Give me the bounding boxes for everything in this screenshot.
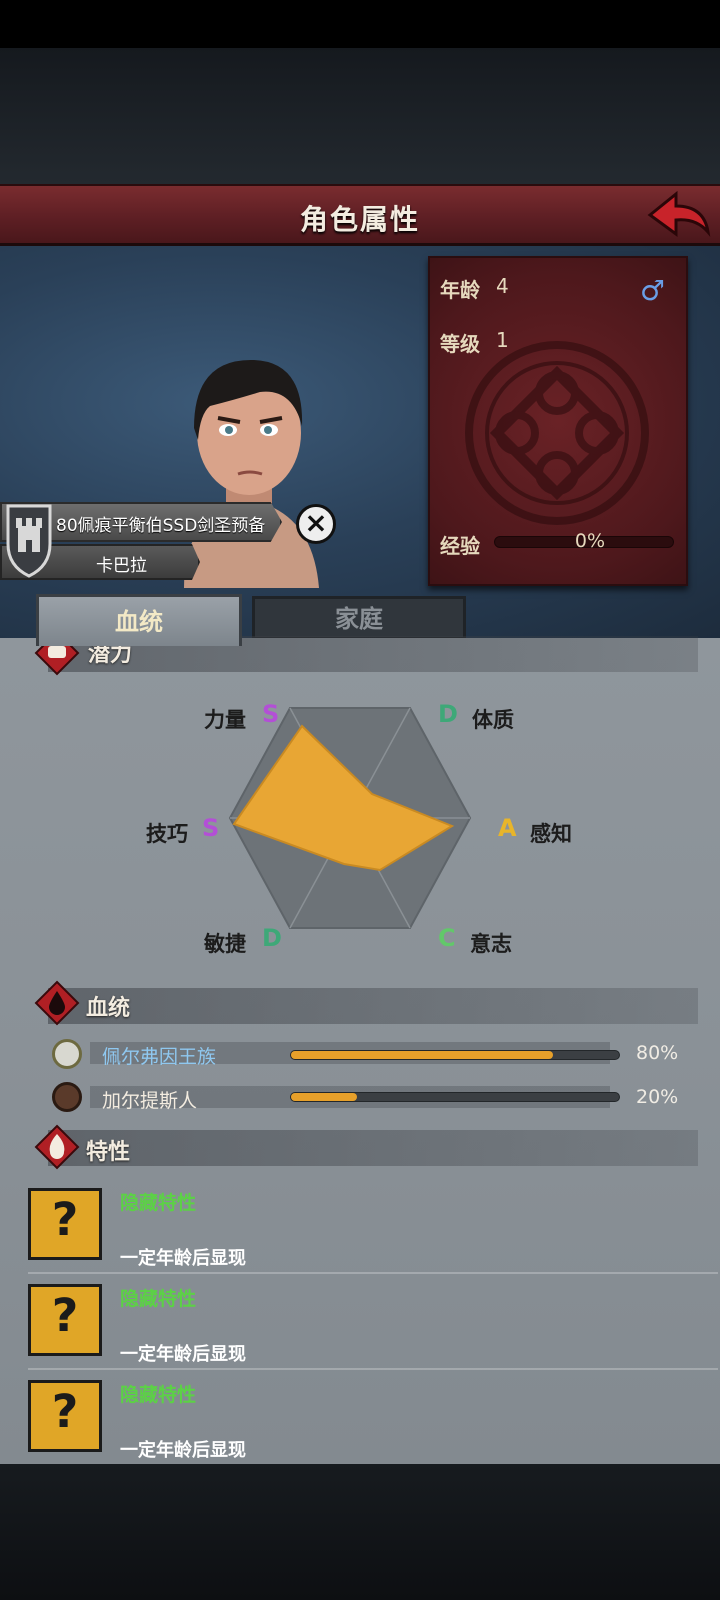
trait-card[interactable]: ? <box>28 1380 102 1452</box>
attr-strength-label: 力量 <box>204 708 246 732</box>
level-value: 1 <box>496 328 509 352</box>
page-title: 角色属性 <box>299 203 420 236</box>
exp-label: 经验 <box>440 534 480 558</box>
trait-card[interactable]: ? <box>28 1188 102 1260</box>
back-arrow-icon[interactable] <box>646 188 712 242</box>
attr-agility-grade: D <box>262 924 282 952</box>
trait-title: 隐藏特性 <box>120 1192 197 1214</box>
bloodline-percent: 80% <box>636 1042 679 1064</box>
beast-clan-icon <box>52 1082 82 1112</box>
bloodline-percent: 20% <box>636 1086 679 1108</box>
bloodline-name[interactable]: 加尔提斯人 <box>102 1086 197 1113</box>
age-value: 4 <box>496 274 509 298</box>
status-bar <box>0 0 720 48</box>
level-label: 等级 <box>440 332 480 356</box>
attr-will-grade: C <box>438 924 456 952</box>
blood-drop-icon <box>34 980 80 1026</box>
attr-will-label: 意志 <box>470 932 512 956</box>
attr-perception-grade: A <box>498 814 517 842</box>
bloodline-bar <box>290 1050 620 1060</box>
exp-percent: 0% <box>574 530 606 552</box>
bloodline-bar-fill <box>291 1051 554 1059</box>
attr-skill-label: 技巧 <box>146 822 188 846</box>
bloodline-name[interactable]: 佩尔弗因王族 <box>102 1042 216 1069</box>
trait-desc: 一定年龄后显现 <box>120 1248 246 1269</box>
traits-header <box>48 1130 698 1166</box>
attr-agility-label: 敏捷 <box>204 932 246 956</box>
top-background <box>0 48 720 184</box>
trait-desc: 一定年龄后显现 <box>120 1344 246 1365</box>
tab-family[interactable]: 家庭 <box>252 596 466 640</box>
svg-text:?: ? <box>52 1192 79 1246</box>
divider <box>28 1368 718 1370</box>
traits-title: 特性 <box>86 1140 131 1165</box>
attr-constitution-grade: D <box>438 700 458 728</box>
celtic-knot-emblem <box>465 341 649 525</box>
flame-icon <box>34 1124 80 1170</box>
attr-perception-label: 感知 <box>530 822 572 846</box>
attr-strength-grade: S <box>262 700 280 728</box>
male-gender-icon: ♂ <box>640 274 666 307</box>
question-mark-icon: ? <box>52 1288 79 1342</box>
attr-constitution-label: 体质 <box>472 708 514 732</box>
trait-card[interactable]: ? <box>28 1284 102 1356</box>
bloodline-bar <box>290 1092 620 1102</box>
svg-text:?: ? <box>52 1288 79 1342</box>
question-mark-icon: ? <box>52 1384 79 1438</box>
age-label: 年龄 <box>440 278 480 302</box>
attr-skill-grade: S <box>202 814 220 842</box>
trait-title: 隐藏特性 <box>120 1288 197 1310</box>
trait-title: 隐藏特性 <box>120 1384 197 1406</box>
divider <box>28 1272 718 1274</box>
close-icon[interactable]: × <box>296 504 336 544</box>
house-name: 卡巴拉 <box>96 556 147 576</box>
bottom-background <box>0 1464 720 1600</box>
character-name[interactable]: 80佩痕平衡伯SSD剑圣预备 <box>56 511 265 536</box>
royal-clan-icon <box>52 1039 82 1069</box>
bloodline-bar-fill <box>291 1093 357 1101</box>
svg-text:?: ? <box>52 1384 79 1438</box>
question-mark-icon: ? <box>52 1192 79 1246</box>
tab-bloodline[interactable]: 血统 <box>36 594 242 646</box>
bloodline-title: 血统 <box>86 996 131 1021</box>
bloodline-header <box>48 988 698 1024</box>
trait-desc: 一定年龄后显现 <box>120 1440 246 1461</box>
header-bar: 角色属性 <box>0 184 720 246</box>
radar-chart <box>228 707 472 929</box>
castle-crest-icon <box>6 504 52 578</box>
